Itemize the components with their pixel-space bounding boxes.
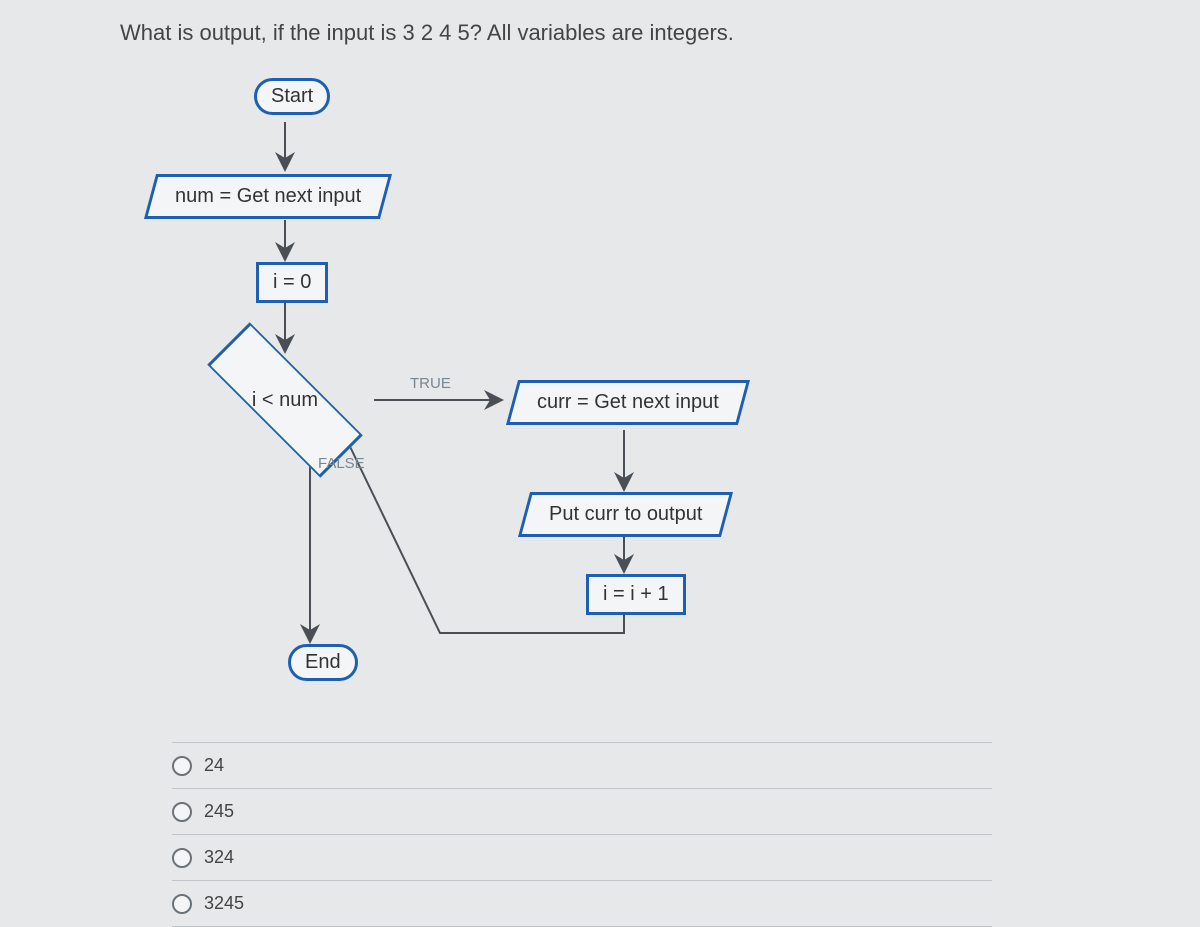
flow-node-i-zero-label: i = 0 (273, 271, 311, 294)
radio-icon[interactable] (172, 802, 192, 822)
flow-node-curr-input-label: curr = Get next input (537, 391, 719, 414)
edge-label-false: FALSE (318, 455, 365, 472)
flow-node-i-zero: i = 0 (256, 262, 328, 303)
flow-node-curr-input: curr = Get next input (506, 380, 750, 425)
flow-node-increment: i = i + 1 (586, 574, 686, 615)
answer-option-label: 324 (204, 847, 992, 868)
flow-node-start-label: Start (271, 85, 313, 108)
radio-icon[interactable] (172, 848, 192, 868)
answer-option[interactable]: 3245 (172, 880, 992, 927)
answer-option-label: 24 (204, 755, 992, 776)
flow-node-output-curr: Put curr to output (518, 492, 733, 537)
answer-option-label: 245 (204, 801, 992, 822)
flow-node-start: Start (254, 78, 330, 115)
answer-option[interactable]: 324 (172, 834, 992, 880)
flow-node-decision-label: i < num (252, 389, 318, 412)
flow-node-num-input: num = Get next input (144, 174, 392, 219)
radio-icon[interactable] (172, 756, 192, 776)
answer-option[interactable]: 24 (172, 742, 992, 788)
answer-option-label: 3245 (204, 893, 992, 914)
flow-node-num-input-label: num = Get next input (175, 185, 361, 208)
radio-icon[interactable] (172, 894, 192, 914)
flow-connectors (0, 0, 1200, 740)
question-text: What is output, if the input is 3 2 4 5?… (120, 20, 734, 46)
flow-node-end-label: End (305, 651, 341, 674)
flow-node-increment-label: i = i + 1 (603, 583, 669, 606)
answer-options: 24 245 324 3245 (172, 742, 992, 927)
answer-option[interactable]: 245 (172, 788, 992, 834)
flow-node-end: End (288, 644, 358, 681)
flow-node-decision: i < num (205, 350, 365, 450)
flow-node-output-curr-label: Put curr to output (549, 503, 702, 526)
edge-label-true: TRUE (410, 375, 451, 392)
